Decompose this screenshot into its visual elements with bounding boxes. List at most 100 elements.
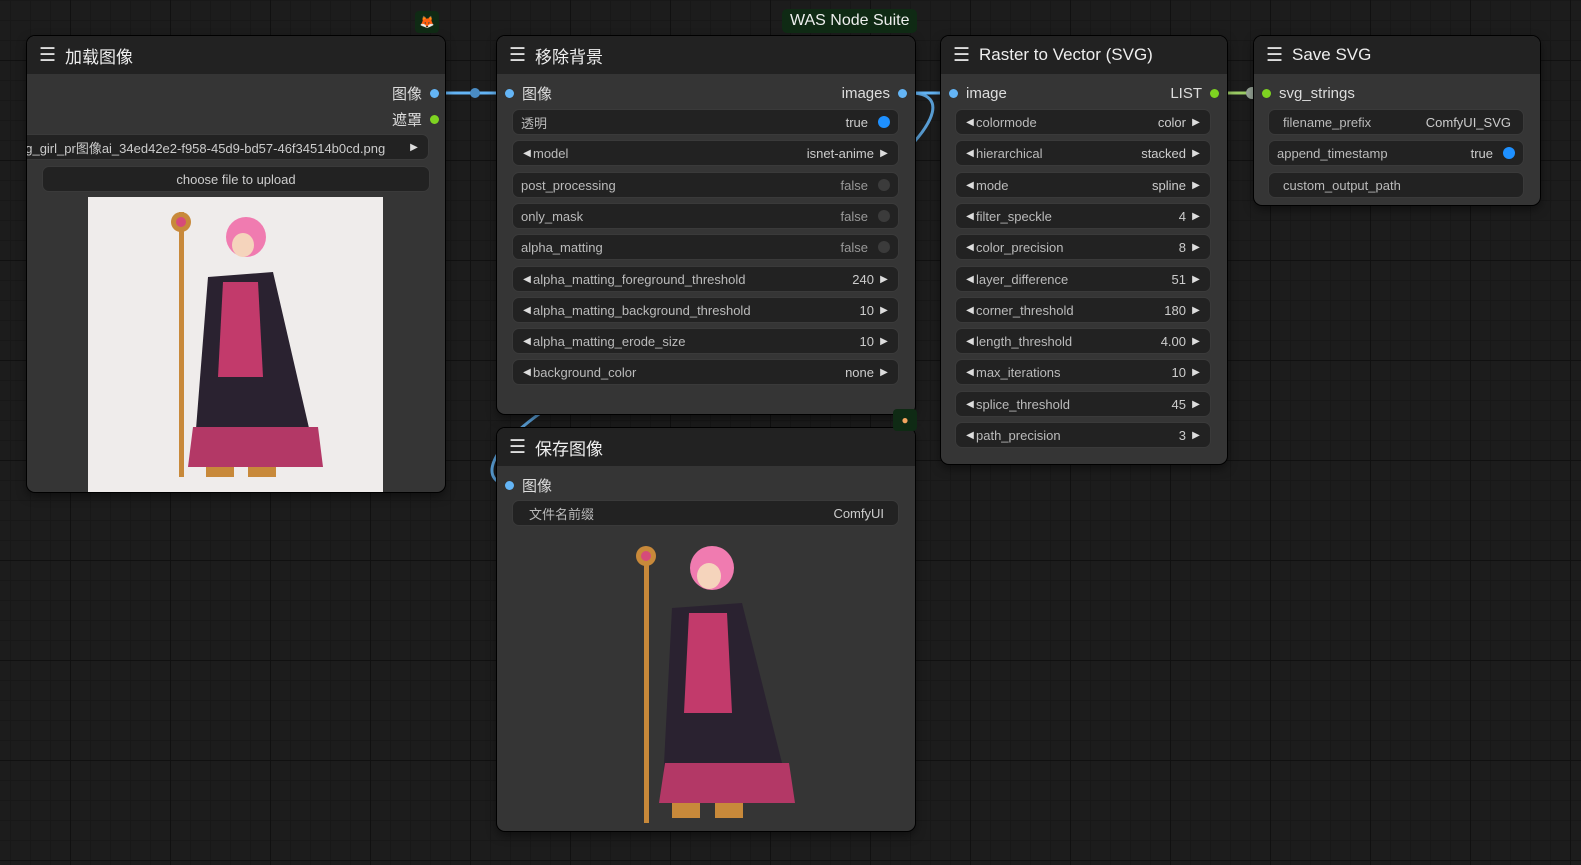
arrow-right-icon[interactable]: ▶ [1190,180,1202,191]
number-corner-threshold[interactable]: ◀ corner_threshold 180 ▶ [955,297,1211,323]
toggle-off-icon[interactable] [878,210,890,222]
menu-icon[interactable]: ☰ [509,436,535,459]
arrow-right-icon[interactable]: ▶ [1190,274,1202,285]
toggle-append-timestamp[interactable]: append_timestamp true [1268,140,1524,166]
toggle-off-icon[interactable] [878,179,890,191]
arrow-right-icon[interactable]: ▶ [878,305,890,316]
arrow-left-icon[interactable]: ◀ [521,305,533,316]
input-slot-image[interactable]: image [949,82,1007,104]
number-alpha-matting-background-threshold[interactable]: ◀ alpha_matting_background_threshold 10 … [512,297,899,323]
node-header[interactable]: ☰ 加载图像 [27,36,445,74]
toggle-post-processing[interactable]: post_processing false [512,172,899,198]
combo-background-color[interactable]: ◀ background_color none ▶ [512,359,899,385]
input-slot-image[interactable]: 图像 [505,82,552,104]
slot-dot-icon[interactable] [898,88,907,98]
arrow-right-icon[interactable]: ▶ [1190,336,1202,347]
arrow-left-icon[interactable]: ◀ [521,274,533,285]
arrow-right-icon[interactable]: ▶ [1190,367,1202,378]
toggle-transparent[interactable]: 透明 true [512,109,899,135]
node-header[interactable]: ☰ Save SVG [1254,36,1540,74]
combo-colormode[interactable]: ◀ colormode color ▶ [955,109,1211,135]
input-slot-svg-strings[interactable]: svg_strings [1262,82,1355,104]
output-slot-images[interactable]: images [842,82,907,104]
widget-label: color_precision [976,239,1064,255]
number-path-precision[interactable]: ◀ path_precision 3 ▶ [955,422,1211,448]
arrow-left-icon[interactable]: ◀ [964,305,976,316]
number-color-precision[interactable]: ◀ color_precision 8 ▶ [955,234,1211,260]
number-alpha-matting-erode-size[interactable]: ◀ alpha_matting_erode_size 10 ▶ [512,328,899,354]
image-file-selector[interactable]: ◀ ng_girl_pr图像ai_34ed42e2-f958-45d9-bd57… [27,134,429,160]
combo-model[interactable]: ◀ model isnet-anime ▶ [512,140,899,166]
combo-hierarchical[interactable]: ◀ hierarchical stacked ▶ [955,140,1211,166]
menu-icon[interactable]: ☰ [953,44,979,67]
number-filter-speckle[interactable]: ◀ filter_speckle 4 ▶ [955,203,1211,229]
arrow-right-icon[interactable]: ▶ [1190,117,1202,128]
slot-dot-icon[interactable] [1210,88,1219,98]
widget-value: 240 [852,271,874,287]
slot-dot-icon[interactable] [505,88,514,98]
number-layer-difference[interactable]: ◀ layer_difference 51 ▶ [955,266,1211,292]
arrow-right-icon[interactable]: ▶ [878,336,890,347]
text-custom-output-path[interactable]: custom_output_path [1268,172,1524,198]
arrow-left-icon[interactable]: ◀ [964,180,976,191]
slot-dot-icon[interactable] [1262,88,1271,98]
arrow-left-icon[interactable]: ◀ [964,242,976,253]
arrow-right-icon[interactable]: ▶ [1190,305,1202,316]
raster-to-vector-node[interactable]: ☰ Raster to Vector (SVG) image LIST ◀ co… [941,36,1227,464]
slot-label: 图像 [522,85,553,103]
text-filename-prefix[interactable]: filename_prefix ComfyUI_SVG [1268,109,1524,135]
number-splice-threshold[interactable]: ◀ splice_threshold 45 ▶ [955,391,1211,417]
arrow-left-icon[interactable]: ◀ [964,148,976,159]
menu-icon[interactable]: ☰ [509,44,535,67]
number-alpha-matting-foreground-threshold[interactable]: ◀ alpha_matting_foreground_threshold 240… [512,266,899,292]
arrow-right-icon[interactable]: ▶ [1190,211,1202,222]
widget-label: colormode [976,114,1037,130]
text-filename-prefix[interactable]: 文件名前缀 ComfyUI [512,500,899,526]
arrow-right-icon[interactable]: ▶ [1190,399,1202,410]
remove-background-node[interactable]: ☰ 移除背景 图像 images 透明 true ◀ model isnet-a… [497,36,915,414]
arrow-left-icon[interactable]: ◀ [964,117,976,128]
toggle-on-icon[interactable] [878,116,890,128]
output-slot-mask[interactable]: 遮罩 [392,108,439,130]
arrow-right-icon[interactable]: ▶ [878,148,890,159]
widget-label: model [533,145,569,161]
arrow-left-icon[interactable]: ◀ [521,336,533,347]
number-length-threshold[interactable]: ◀ length_threshold 4.00 ▶ [955,328,1211,354]
node-header[interactable]: ☰ 移除背景 [497,36,915,74]
save-svg-node[interactable]: ☰ Save SVG svg_strings filename_prefix C… [1254,36,1540,205]
arrow-left-icon[interactable]: ◀ [964,336,976,347]
arrow-right-icon[interactable]: ▶ [878,274,890,285]
load-image-node[interactable]: ☰ 加载图像 图像 遮罩 ◀ ng_girl_pr图像ai_34ed42e2-f… [27,36,445,492]
toggle-off-icon[interactable] [878,241,890,253]
input-slot-image[interactable]: 图像 [505,474,552,496]
toggle-alpha-matting[interactable]: alpha_matting false [512,234,899,260]
arrow-left-icon[interactable]: ◀ [964,274,976,285]
arrow-right-icon[interactable]: ▶ [878,367,890,378]
save-image-node[interactable]: ☰ 保存图像 图像 文件名前缀 ComfyUI [497,428,915,831]
arrow-left-icon[interactable]: ◀ [521,367,533,378]
output-slot-image[interactable]: 图像 [392,82,439,104]
arrow-right-icon[interactable]: ▶ [1190,148,1202,159]
arrow-right-icon[interactable]: ▶ [1190,430,1202,441]
toggle-only-mask[interactable]: only_mask false [512,203,899,229]
slot-dot-icon[interactable] [949,88,958,98]
number-max-iterations[interactable]: ◀ max_iterations 10 ▶ [955,359,1211,385]
slot-dot-icon[interactable] [430,88,439,98]
arrow-left-icon[interactable]: ◀ [521,148,533,159]
arrow-left-icon[interactable]: ◀ [964,211,976,222]
arrow-left-icon[interactable]: ◀ [964,430,976,441]
node-header[interactable]: ☰ Raster to Vector (SVG) [941,36,1227,74]
slot-dot-icon[interactable] [430,114,439,124]
arrow-left-icon[interactable]: ◀ [964,399,976,410]
output-slot-list[interactable]: LIST [1170,82,1219,104]
menu-icon[interactable]: ☰ [39,44,65,67]
arrow-right-icon[interactable]: ▶ [408,142,420,153]
combo-mode[interactable]: ◀ mode spline ▶ [955,172,1211,198]
arrow-right-icon[interactable]: ▶ [1190,242,1202,253]
slot-dot-icon[interactable] [505,480,514,490]
node-header[interactable]: ☰ 保存图像 [497,428,915,466]
upload-button[interactable]: choose file to upload [42,166,430,192]
menu-icon[interactable]: ☰ [1266,44,1292,67]
toggle-on-icon[interactable] [1503,147,1515,159]
arrow-left-icon[interactable]: ◀ [964,367,976,378]
